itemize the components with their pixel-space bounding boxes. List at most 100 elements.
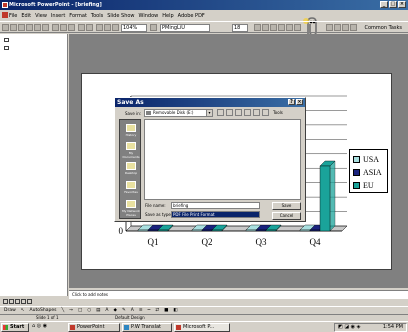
save-in-select[interactable]: Removable Disk (E:) ▾	[144, 109, 213, 117]
rectangle-icon[interactable]: □	[78, 307, 82, 314]
oval-icon[interactable]: ○	[87, 307, 91, 314]
menu-view[interactable]: View	[35, 13, 47, 19]
dialog-help-button[interactable]: ?	[288, 99, 295, 105]
font-size-select[interactable]: 18	[232, 24, 248, 32]
close-button[interactable]: ×	[398, 1, 406, 8]
taskbar-item-translator[interactable]: P.W Translat	[122, 323, 172, 332]
document-menu-icon[interactable]	[2, 12, 8, 18]
open-icon[interactable]	[10, 24, 17, 31]
arrow-style-icon[interactable]: ⇄	[155, 307, 159, 314]
maximize-button[interactable]: □	[389, 1, 397, 8]
delete-icon[interactable]	[244, 109, 251, 116]
font-name-select[interactable]: PMingLiU	[160, 24, 210, 32]
menu-format[interactable]: Format	[69, 13, 87, 19]
new-icon[interactable]	[2, 24, 9, 31]
paste-icon[interactable]	[68, 24, 75, 31]
undo-icon[interactable]	[78, 24, 85, 31]
legend-label: ASIA	[363, 167, 382, 177]
decrease-indent-icon[interactable]	[350, 24, 357, 31]
draw-menu[interactable]: Draw	[4, 307, 16, 314]
place-desktop[interactable]: Desktop	[120, 162, 142, 175]
slide-show-icon[interactable]	[27, 298, 32, 304]
outline-tab-icon[interactable]	[4, 38, 9, 42]
place-history[interactable]: History	[120, 124, 142, 137]
center-icon[interactable]	[294, 24, 301, 31]
line-style-icon[interactable]: ≡	[139, 307, 143, 314]
menu-window[interactable]: Window	[139, 13, 159, 19]
tools-menu[interactable]: Tools	[273, 110, 283, 115]
font-color-draw-icon[interactable]: A	[131, 307, 134, 314]
normal-view-icon[interactable]	[3, 298, 8, 304]
menu-insert[interactable]: Insert	[51, 13, 65, 19]
italic-icon[interactable]	[262, 24, 269, 31]
taskbar-item-powerpoint-active[interactable]: Microsoft P...	[174, 323, 230, 332]
minimize-button[interactable]: _	[380, 1, 388, 8]
insert-table-icon[interactable]	[104, 24, 111, 31]
system-tray: ◩ ◪ ◉ ◈ 1:54 PM	[334, 323, 407, 332]
slide-sorter-icon[interactable]	[21, 298, 26, 304]
fill-color-icon[interactable]: ◆	[114, 307, 117, 314]
slide-view-icon[interactable]	[15, 298, 20, 304]
line-icon[interactable]: ╲	[61, 307, 64, 314]
chart-bar	[137, 229, 149, 232]
new-folder-icon[interactable]	[253, 109, 260, 116]
zoom-select[interactable]: 104%	[121, 24, 147, 32]
search-web-icon[interactable]	[235, 109, 242, 116]
place-network[interactable]: My Network Places	[120, 200, 142, 217]
textbox-icon[interactable]: ▤	[96, 307, 100, 314]
save-button[interactable]: Save	[272, 202, 301, 210]
spelling-icon[interactable]	[42, 24, 49, 31]
back-icon[interactable]	[217, 109, 224, 116]
outline-view-icon[interactable]	[9, 298, 14, 304]
arrow-icon[interactable]: →	[69, 307, 73, 314]
views-icon[interactable]	[262, 109, 269, 116]
insert-chart-icon[interactable]	[96, 24, 103, 31]
save-icon[interactable]	[18, 24, 25, 31]
underline-icon[interactable]	[270, 24, 277, 31]
dialog-close-button[interactable]: ×	[296, 99, 303, 105]
file-name-field[interactable]: briefing	[171, 202, 260, 209]
print-icon[interactable]	[34, 24, 41, 31]
place-favorites[interactable]: Favorites	[120, 181, 142, 194]
help-icon[interactable]	[150, 24, 157, 31]
numbering-icon[interactable]	[342, 24, 349, 31]
3d-icon[interactable]: ◧	[173, 307, 177, 314]
font-color-icon[interactable]	[326, 24, 333, 31]
place-label: Favorites	[124, 190, 138, 194]
start-button[interactable]: Start	[1, 323, 29, 332]
wordart-icon[interactable]: A	[105, 307, 108, 314]
bold-icon[interactable]	[254, 24, 261, 31]
menu-tools[interactable]: Tools	[91, 13, 103, 19]
shadow-icon[interactable]	[278, 24, 285, 31]
chevron-down-icon[interactable]: ▾	[206, 110, 212, 116]
cut-icon[interactable]	[52, 24, 59, 31]
file-list[interactable]	[144, 119, 301, 200]
menu-edit[interactable]: Edit	[21, 13, 31, 19]
shadow-draw-icon[interactable]: ■	[164, 307, 168, 314]
place-my-documents[interactable]: My Documents	[120, 142, 142, 159]
select-objects-icon[interactable]: ↖	[21, 307, 25, 314]
align-left-icon[interactable]	[286, 24, 293, 31]
menu-adobe-pdf[interactable]: Adobe PDF	[178, 13, 205, 19]
cancel-button[interactable]: Cancel	[272, 212, 301, 220]
save-type-select[interactable]: PDF File Print Format	[171, 211, 260, 218]
autoshapes-menu[interactable]: AutoShapes	[30, 307, 57, 314]
taskbar-item-powerpoint[interactable]: PowerPoint	[68, 323, 120, 332]
redo-icon[interactable]	[86, 24, 93, 31]
up-folder-icon[interactable]	[226, 109, 233, 116]
menu-help[interactable]: Help	[162, 13, 173, 19]
dash-style-icon[interactable]: ┅	[148, 307, 151, 314]
notes-pane[interactable]: Click to add notes	[69, 290, 408, 299]
menu-file[interactable]: File	[9, 13, 17, 19]
bullets-icon[interactable]	[334, 24, 341, 31]
outline-pane[interactable]	[0, 34, 68, 296]
menu-slide-show[interactable]: Slide Show	[107, 13, 134, 19]
quick-launch[interactable]: ⌂ ◎ ◉	[32, 323, 64, 332]
copy-icon[interactable]	[60, 24, 67, 31]
email-icon[interactable]	[26, 24, 33, 31]
common-tasks-button[interactable]: Common Tasks	[364, 24, 402, 32]
slides-tab-icon[interactable]	[4, 46, 9, 50]
grayscale-icon[interactable]	[112, 24, 119, 31]
tray-icons[interactable]: ◩ ◪ ◉ ◈	[338, 324, 360, 331]
line-color-icon[interactable]: ✎	[122, 307, 126, 314]
